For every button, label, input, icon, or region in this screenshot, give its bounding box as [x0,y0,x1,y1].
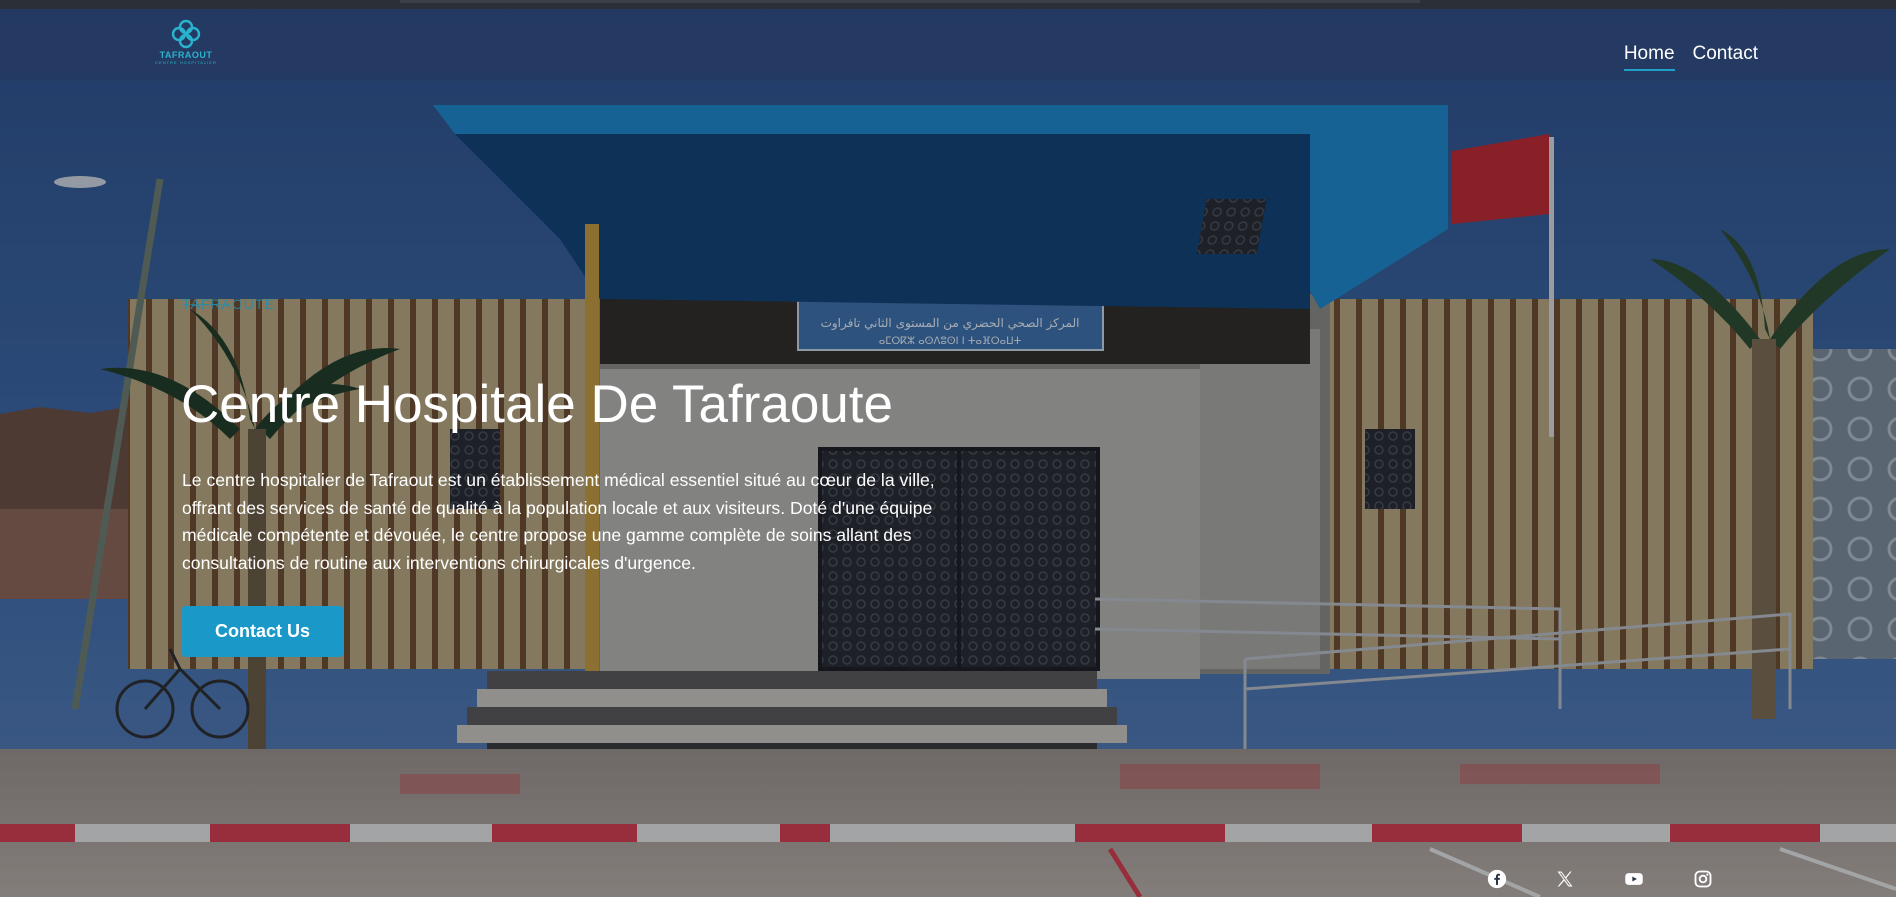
hero-kicker: TAFRAOUTE [182,296,275,312]
hero-title: Centre Hospitale De Tafraoute [181,375,893,434]
facebook-link[interactable] [1487,869,1507,889]
youtube-link[interactable] [1624,869,1644,889]
nav-contact-link[interactable]: Contact [1693,43,1758,71]
logo-text: TAFRAOUT [159,50,213,60]
youtube-icon [1625,873,1643,885]
main-nav: Home Contact [1623,43,1758,71]
horizontal-scrollbar[interactable] [400,0,1420,3]
x-icon [1557,871,1573,887]
top-navbar: TAFRAOUT CENTRE HOSPITALIER Home Contact [0,9,1896,81]
x-link[interactable] [1555,869,1575,889]
contact-us-button[interactable]: Contact Us [182,606,343,657]
nav-home-link[interactable]: Home [1623,43,1675,71]
instagram-link[interactable] [1693,869,1713,889]
site-logo[interactable]: TAFRAOUT CENTRE HOSPITALIER [152,19,220,81]
hero-dark-overlay [0,9,1896,897]
facebook-icon [1487,869,1507,889]
instagram-icon [1694,870,1712,888]
hero-description: Le centre hospitalier de Tafraout est un… [182,470,935,573]
hero-section: المركز الصحي الحضري من المستوى الثاني تا… [0,9,1896,897]
browser-top-bar [0,0,1896,9]
medical-cross-logo-icon [171,19,201,49]
logo-subtext: CENTRE HOSPITALIER [155,60,217,65]
